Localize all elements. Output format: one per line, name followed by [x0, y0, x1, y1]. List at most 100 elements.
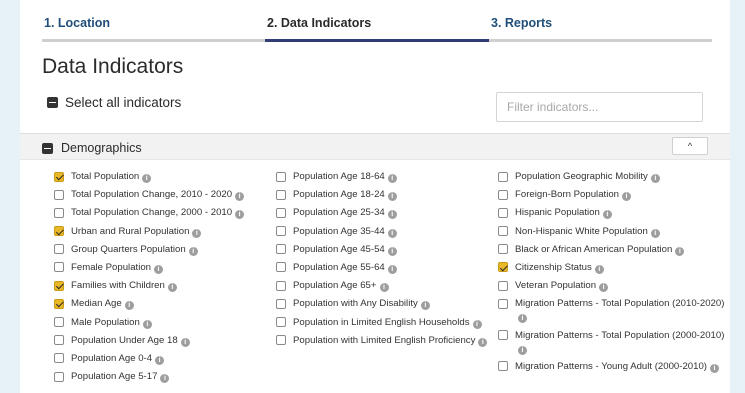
indicator-checkbox[interactable]	[498, 189, 508, 200]
indicator-item[interactable]: Population Age 5-17 i	[54, 370, 279, 384]
info-circle-icon[interactable]: i	[142, 319, 152, 329]
info-circle-icon[interactable]: i	[154, 264, 163, 274]
indicator-item[interactable]: Foreign-Born Population i	[498, 188, 728, 202]
indicator-item[interactable]: Population with Limited English Proficie…	[276, 334, 498, 347]
info-circle-icon[interactable]: i	[387, 192, 397, 202]
indicator-item[interactable]: Population Age 18-64 i	[276, 170, 498, 183]
info-circle-icon[interactable]: i	[710, 363, 720, 373]
indicator-item[interactable]: Urban and Rural Population i	[54, 225, 279, 238]
indicator-checkbox[interactable]	[276, 207, 286, 218]
indicator-checkbox[interactable]	[498, 207, 508, 218]
indicator-item[interactable]: Total Population i	[54, 170, 279, 183]
info-circle-icon[interactable]: i	[387, 264, 397, 274]
info-circle-icon[interactable]: i	[622, 192, 631, 202]
select-all-toggle[interactable]: Select all indicators	[47, 93, 181, 111]
section-toggle[interactable]: Demographics	[42, 141, 142, 155]
indicator-checkbox[interactable]	[498, 171, 508, 182]
indicator-item[interactable]: Total Population Change, 2010 - 2020 i	[54, 188, 279, 202]
info-circle-icon[interactable]: i	[594, 264, 604, 274]
indicator-checkbox[interactable]	[54, 371, 64, 382]
indicator-item[interactable]: Black or African American Population i	[498, 243, 728, 256]
info-circle-icon[interactable]: i	[518, 314, 527, 324]
indicator-checkbox[interactable]	[498, 330, 508, 340]
indicator-item[interactable]: Population Age 25-34 i	[276, 206, 498, 220]
indicator-item[interactable]: Population Age 18-24 i	[276, 188, 498, 202]
indicator-checkbox[interactable]	[498, 298, 508, 309]
indicator-checkbox[interactable]	[54, 335, 64, 346]
indicator-checkbox[interactable]	[54, 317, 64, 327]
info-circle-icon[interactable]: i	[387, 174, 397, 183]
info-circle-icon[interactable]: i	[155, 355, 165, 365]
select-all-checkbox-icon[interactable]	[47, 96, 58, 108]
indicator-checkbox[interactable]	[276, 335, 286, 346]
indicator-item[interactable]: Population Age 0-4 i	[54, 352, 279, 365]
indicator-checkbox[interactable]	[54, 280, 64, 291]
indicator-item[interactable]: Population in Limited English Households…	[276, 316, 498, 329]
indicator-item[interactable]: Families with Children i	[54, 279, 279, 293]
info-circle-icon[interactable]: i	[518, 345, 527, 355]
indicator-checkbox[interactable]	[54, 171, 64, 182]
info-circle-icon[interactable]: i	[472, 319, 482, 329]
info-circle-icon[interactable]: i	[650, 228, 660, 238]
info-circle-icon[interactable]: i	[599, 283, 609, 293]
indicator-checkbox[interactable]	[276, 189, 286, 200]
info-circle-icon[interactable]: i	[235, 210, 245, 220]
indicator-checkbox[interactable]	[498, 361, 508, 372]
info-circle-icon[interactable]: i	[180, 337, 190, 347]
indicator-checkbox[interactable]	[54, 244, 64, 255]
indicator-item[interactable]: Group Quarters Population i	[54, 243, 279, 256]
indicator-item[interactable]: Population with Any Disability i	[276, 297, 498, 311]
indicator-checkbox[interactable]	[498, 226, 508, 237]
indicator-item[interactable]: Population Age 45-54 i	[276, 243, 498, 256]
indicator-checkbox[interactable]	[54, 262, 64, 273]
info-circle-icon[interactable]: i	[650, 174, 660, 183]
info-circle-icon[interactable]: i	[387, 246, 397, 256]
indicator-item[interactable]: Population Geographic Mobility i	[498, 170, 728, 183]
indicator-checkbox[interactable]	[276, 262, 286, 273]
indicator-checkbox[interactable]	[498, 244, 508, 255]
info-circle-icon[interactable]: i	[192, 228, 202, 238]
indicator-item[interactable]: Population Age 35-44 i	[276, 225, 498, 238]
indicator-checkbox[interactable]	[54, 207, 64, 218]
indicator-item[interactable]: Non-Hispanic White Population i	[498, 225, 728, 238]
indicator-item[interactable]: Migration Patterns - Total Population (2…	[498, 297, 728, 324]
info-circle-icon[interactable]: i	[387, 228, 397, 238]
info-circle-icon[interactable]: i	[675, 246, 685, 256]
info-circle-icon[interactable]: i	[235, 192, 245, 202]
indicator-checkbox[interactable]	[54, 226, 64, 237]
info-circle-icon[interactable]: i	[188, 246, 198, 256]
indicator-item[interactable]: Citizenship Status i	[498, 261, 728, 274]
info-circle-icon[interactable]: i	[160, 374, 170, 384]
indicator-item[interactable]: Migration Patterns - Total Population (2…	[498, 329, 728, 355]
info-circle-icon[interactable]: i	[379, 283, 389, 293]
info-circle-icon[interactable]: i	[387, 210, 397, 220]
info-circle-icon[interactable]: i	[124, 301, 134, 311]
indicator-checkbox[interactable]	[498, 280, 508, 291]
indicator-item[interactable]: Hispanic Population i	[498, 206, 728, 220]
info-circle-icon[interactable]: i	[420, 301, 430, 311]
step-reports[interactable]: 3. Reports	[489, 0, 712, 42]
indicator-checkbox[interactable]	[54, 353, 64, 364]
indicator-item[interactable]: Total Population Change, 2000 - 2010 i	[54, 206, 279, 220]
info-circle-icon[interactable]: i	[602, 210, 612, 220]
info-circle-icon[interactable]: i	[167, 283, 177, 293]
indicator-item[interactable]: Male Population i	[54, 316, 279, 329]
indicator-checkbox[interactable]	[276, 298, 286, 309]
indicator-checkbox[interactable]	[276, 244, 286, 255]
collapse-section-button[interactable]: ^	[672, 137, 708, 155]
indicator-checkbox[interactable]	[276, 280, 286, 291]
filter-indicators-input[interactable]	[496, 92, 703, 122]
indicator-checkbox[interactable]	[54, 189, 64, 200]
info-circle-icon[interactable]: i	[142, 174, 152, 183]
section-checkbox-icon[interactable]	[42, 142, 53, 154]
indicator-checkbox[interactable]	[276, 226, 286, 237]
indicator-checkbox[interactable]	[276, 317, 286, 327]
indicator-item[interactable]: Female Population i	[54, 261, 279, 274]
step-data-indicators[interactable]: 2. Data Indicators	[265, 0, 489, 42]
indicator-item[interactable]: Population Age 65+ i	[276, 279, 498, 293]
indicator-item[interactable]: Veteran Population i	[498, 279, 728, 293]
indicator-item[interactable]: Population Under Age 18 i	[54, 334, 279, 347]
indicator-checkbox[interactable]	[54, 298, 64, 309]
indicator-item[interactable]: Population Age 55-64 i	[276, 261, 498, 274]
step-location[interactable]: 1. Location	[42, 0, 265, 42]
